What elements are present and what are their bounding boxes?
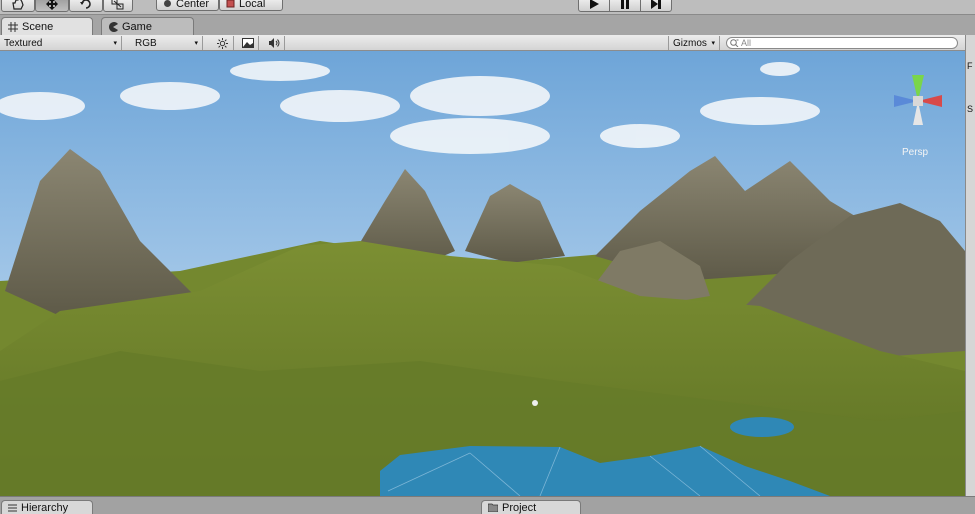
hand-tool-button[interactable] [1, 0, 35, 12]
tab-hierarchy-label: Hierarchy [21, 501, 69, 514]
scale-tool-button[interactable] [103, 0, 133, 12]
draw-mode-value: Textured [4, 37, 43, 49]
rotate-tool-button[interactable] [69, 0, 103, 12]
move-icon [46, 0, 58, 10]
dropdown-arrows-icon: ▾ [113, 40, 117, 47]
pivot-center-button[interactable]: Center [156, 0, 219, 11]
terrain-scene [0, 51, 965, 496]
tab-hierarchy[interactable]: Hierarchy [1, 500, 93, 514]
audio-toggle[interactable] [263, 36, 285, 50]
main-toolbar [0, 0, 975, 15]
move-tool-button[interactable] [35, 0, 69, 12]
panel-letter: S [967, 104, 974, 114]
draw-mode-dropdown[interactable]: Textured ▾ [0, 36, 122, 50]
tab-scene[interactable]: Scene [1, 17, 93, 35]
pause-icon [621, 0, 629, 9]
image-icon [241, 38, 254, 48]
pause-button[interactable] [609, 0, 641, 12]
scene-object-marker[interactable] [532, 400, 538, 406]
hand-icon [12, 0, 24, 10]
lake-small [730, 417, 794, 437]
scene-orientation-gizmo[interactable] [890, 73, 946, 129]
render-mode-dropdown[interactable]: RGB ▾ [131, 36, 203, 50]
play-icon [590, 0, 599, 9]
search-placeholder: All [741, 38, 752, 48]
grid-icon [8, 21, 18, 32]
tab-scene-label: Scene [22, 20, 54, 33]
fx-toggle[interactable] [237, 36, 259, 50]
pivot-icon [164, 0, 171, 7]
rotate-icon [80, 0, 91, 9]
inspector-panel-edge: F S [965, 35, 975, 496]
pivot-label: Center [176, 0, 210, 10]
cube-icon [226, 0, 235, 8]
tab-game-label: Game [122, 20, 152, 33]
step-icon [651, 0, 661, 9]
gizmos-dropdown[interactable]: Gizmos ▾ [668, 36, 720, 50]
pacman-icon [109, 21, 118, 32]
scale-icon [111, 0, 124, 10]
scene-search-input[interactable]: All [726, 37, 958, 49]
tab-game[interactable]: Game [101, 17, 194, 35]
scene-viewport[interactable]: Persp [0, 51, 965, 496]
tab-project-label: Project [502, 501, 537, 514]
panel-letter: F [967, 61, 973, 71]
dropdown-arrows-icon: ▾ [194, 40, 198, 47]
render-mode-value: RGB [135, 37, 157, 49]
speaker-icon [268, 38, 279, 48]
lighting-toggle[interactable] [212, 36, 234, 50]
sun-icon [217, 37, 228, 49]
step-button[interactable] [640, 0, 672, 12]
play-button[interactable] [578, 0, 610, 12]
gizmo-center-cube[interactable] [913, 96, 923, 106]
space-label: Local [239, 0, 266, 10]
gizmos-label: Gizmos [673, 37, 707, 49]
tab-project[interactable]: Project [481, 500, 581, 514]
search-icon [730, 39, 739, 47]
space-local-button[interactable]: Local [219, 0, 283, 11]
projection-label[interactable]: Persp [902, 147, 928, 158]
chevron-down-icon: ▾ [711, 40, 715, 47]
